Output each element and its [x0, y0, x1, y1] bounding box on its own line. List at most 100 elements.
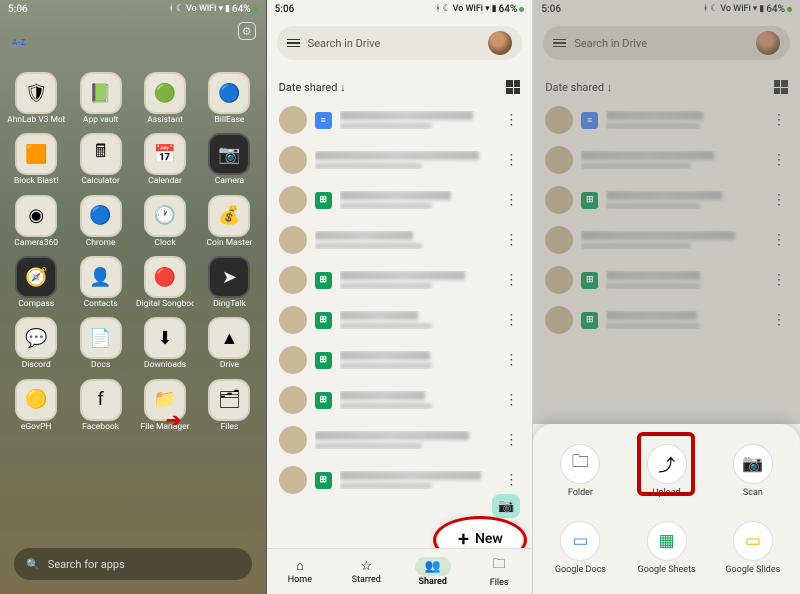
file-more-icon[interactable]: ⋮ [770, 150, 788, 170]
file-row[interactable]: ⊞⋮ [271, 380, 529, 420]
fab-label: New [475, 531, 503, 547]
sheet-label: Scan [743, 488, 763, 498]
phone-home-screen: 5:06 ᚼ ☾ Vo WiFi ▾ ▮ 64% A-Z ⚙ 🛡AhnLab V… [0, 0, 267, 594]
file-more-icon[interactable]: ⋮ [502, 350, 520, 370]
file-row[interactable]: ⋮ [537, 140, 796, 180]
file-row[interactable]: ⋮ [271, 140, 529, 180]
status-time: 5:06 [8, 4, 28, 15]
drive-search-bar[interactable]: Search in Drive [543, 26, 790, 60]
sheet-google-slides[interactable]: ▭Google Slides [712, 511, 794, 584]
app-coin-master[interactable]: 💰Coin Master [199, 195, 259, 248]
hamburger-icon[interactable] [553, 39, 566, 48]
file-more-icon[interactable]: ⋮ [502, 230, 520, 250]
app-ahnlab-v3-mobile-plus[interactable]: 🛡AhnLab V3 Mobile Plus [6, 72, 66, 125]
app-icon: 📁 [144, 379, 186, 421]
app-assistant[interactable]: 🟢Assistant [135, 72, 195, 125]
app-calculator[interactable]: 🖩Calculator [70, 133, 130, 186]
app-app-vault[interactable]: 📗App vault [70, 72, 130, 125]
file-row[interactable]: ⊞⋮ [271, 180, 529, 220]
app-downloads[interactable]: ⬇Downloads [135, 317, 195, 370]
app-facebook[interactable]: fFacebook [70, 379, 130, 432]
settings-icon[interactable]: ⚙ [238, 22, 256, 40]
sheet-upload[interactable]: ⤴Upload [626, 434, 708, 507]
file-more-icon[interactable]: ⋮ [502, 190, 520, 210]
account-avatar[interactable] [756, 31, 780, 55]
app-grid: 🛡AhnLab V3 Mobile Plus📗App vault🟢Assista… [0, 72, 266, 432]
file-text [340, 391, 495, 409]
file-row[interactable]: ⋮ [537, 220, 796, 260]
battery-dot-icon [253, 7, 258, 12]
nav-files[interactable]: 🗀Files [466, 549, 532, 594]
app-contacts[interactable]: 👤Contacts [70, 256, 130, 309]
app-billease[interactable]: 🔵BillEase [199, 72, 259, 125]
file-more-icon[interactable]: ⋮ [502, 390, 520, 410]
app-icon: 🧭 [15, 256, 57, 298]
file-more-icon[interactable]: ⋮ [770, 110, 788, 130]
file-row[interactable]: ≡⋮ [271, 100, 529, 140]
sharer-avatar [279, 466, 307, 494]
files-icon: 🗀 [493, 555, 506, 577]
file-row[interactable]: ⋮ [271, 420, 529, 460]
file-more-icon[interactable]: ⋮ [502, 430, 520, 450]
app-chrome[interactable]: 🔵Chrome [70, 195, 130, 248]
file-more-icon[interactable]: ⋮ [502, 150, 520, 170]
app-block-blast-[interactable]: 🟧Block Blast! [6, 133, 66, 186]
account-avatar[interactable] [488, 31, 512, 55]
app-label: Calendar [148, 177, 182, 186]
app-icon: 🟧 [15, 133, 57, 175]
file-more-icon[interactable]: ⋮ [502, 470, 520, 490]
sort-button[interactable]: Date shared ↓ [279, 81, 346, 94]
app-calendar[interactable]: 📅Calendar [135, 133, 195, 186]
file-more-icon[interactable]: ⋮ [770, 230, 788, 250]
file-more-icon[interactable]: ⋮ [502, 110, 520, 130]
view-grid-icon[interactable] [774, 80, 788, 94]
sheet-google-docs[interactable]: ▭Google Docs [539, 511, 621, 584]
app-digital-songbook[interactable]: 🔴Digital Songbook [135, 256, 195, 309]
app-compass[interactable]: 🧭Compass [6, 256, 66, 309]
file-row[interactable]: ≡⋮ [537, 100, 796, 140]
nav-shared[interactable]: 👥Shared [400, 549, 466, 594]
app-icon: 🟡 [15, 379, 57, 421]
app-egovph[interactable]: 🟡eGovPH [6, 379, 66, 432]
file-text [606, 311, 762, 329]
sort-button[interactable]: Date shared ↓ [545, 81, 612, 94]
sharer-avatar [279, 266, 307, 294]
app-search-bar[interactable]: 🔍 Search for apps [14, 548, 252, 580]
file-row[interactable]: ⊞⋮ [271, 300, 529, 340]
app-camera360[interactable]: ◉Camera360 [6, 195, 66, 248]
hamburger-icon[interactable] [287, 39, 300, 48]
file-more-icon[interactable]: ⋮ [770, 190, 788, 210]
file-more-icon[interactable]: ⋮ [770, 310, 788, 330]
nav-home[interactable]: ⌂Home [267, 549, 333, 594]
file-more-icon[interactable]: ⋮ [770, 270, 788, 290]
file-row[interactable]: ⋮ [271, 220, 529, 260]
file-row[interactable]: ⊞⋮ [271, 460, 529, 500]
file-row[interactable]: ⊞⋮ [271, 340, 529, 380]
upload-icon: ⤴ [647, 444, 687, 484]
nav-starred[interactable]: ☆Starred [333, 549, 399, 594]
app-dingtalk[interactable]: ➤DingTalk [199, 256, 259, 309]
file-row[interactable]: ⊞⋮ [271, 260, 529, 300]
app-file-manager[interactable]: 📁File Manager [135, 379, 195, 432]
app-files[interactable]: 🗂Files [199, 379, 259, 432]
file-row[interactable]: ⊞⋮ [537, 300, 796, 340]
file-more-icon[interactable]: ⋮ [502, 270, 520, 290]
app-camera[interactable]: 📷Camera [199, 133, 259, 186]
file-more-icon[interactable]: ⋮ [502, 310, 520, 330]
app-drive[interactable]: ▲Drive [199, 317, 259, 370]
file-row[interactable]: ⊞⋮ [537, 260, 796, 300]
app-clock[interactable]: 🕐Clock [135, 195, 195, 248]
sheet-scan[interactable]: 📷Scan [712, 434, 794, 507]
sheet-google-sheets[interactable]: ▦Google Sheets [626, 511, 708, 584]
sheet-file-icon: ⊞ [315, 272, 332, 289]
wifi-icon: ▾ [485, 4, 490, 14]
battery-dot-icon [519, 7, 524, 12]
view-grid-icon[interactable] [506, 80, 520, 94]
scan-chip[interactable]: 📷 [492, 494, 520, 518]
app-discord[interactable]: 💬Discord [6, 317, 66, 370]
app-docs[interactable]: 📄Docs [70, 317, 130, 370]
sheet-label: Google Slides [725, 565, 780, 575]
sheet-folder[interactable]: 🗀Folder [539, 434, 621, 507]
file-row[interactable]: ⊞⋮ [537, 180, 796, 220]
drive-search-bar[interactable]: Search in Drive [277, 26, 523, 60]
